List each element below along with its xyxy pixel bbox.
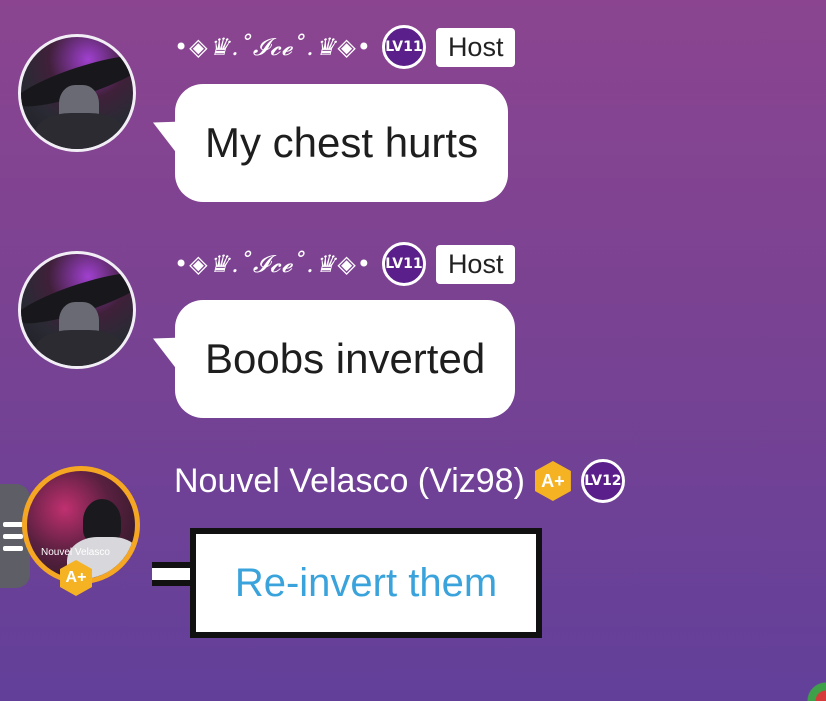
message-bubble[interactable]: My chest hurts: [175, 84, 509, 202]
host-tag: Host: [435, 27, 516, 67]
level-badge-icon: LV11: [381, 242, 426, 286]
sender-name[interactable]: •◈♛.˚𝓘𝓬𝓮˚.♛◈•: [174, 250, 372, 278]
avatar-label: Nouvel Velasco: [41, 547, 110, 558]
message-text: Boobs inverted: [205, 335, 486, 382]
message-text: Re-invert them: [234, 560, 498, 605]
menu-line: [3, 533, 23, 539]
avatar[interactable]: [18, 34, 136, 152]
menu-line: [3, 545, 23, 551]
sender-name[interactable]: Nouvel Velasco (Viz98): [174, 462, 525, 501]
sender-row: Nouvel Velasco (Viz98) A+ LV12: [174, 458, 625, 504]
avatar-body: [35, 330, 125, 366]
avatar[interactable]: [18, 251, 136, 369]
message-bubble[interactable]: Re-invert them: [190, 528, 542, 638]
host-tag: Host: [435, 244, 516, 284]
sender-row: •◈♛.˚𝓘𝓬𝓮˚.♛◈• LV11 Host: [174, 24, 516, 70]
sender-name[interactable]: •◈♛.˚𝓘𝓬𝓮˚.♛◈•: [174, 33, 372, 61]
menu-line: [3, 521, 23, 527]
sender-row: •◈♛.˚𝓘𝓬𝓮˚.♛◈• LV11 Host: [174, 241, 516, 287]
message-text: My chest hurts: [205, 119, 479, 166]
avatar-body: [35, 113, 125, 149]
level-badge-icon: LV11: [381, 25, 426, 69]
amino-plus-badge-icon: A+: [534, 461, 571, 501]
sticker-corner-icon: [796, 679, 826, 701]
level-badge-icon: LV12: [580, 459, 625, 503]
message-bubble[interactable]: Boobs inverted: [175, 300, 516, 418]
